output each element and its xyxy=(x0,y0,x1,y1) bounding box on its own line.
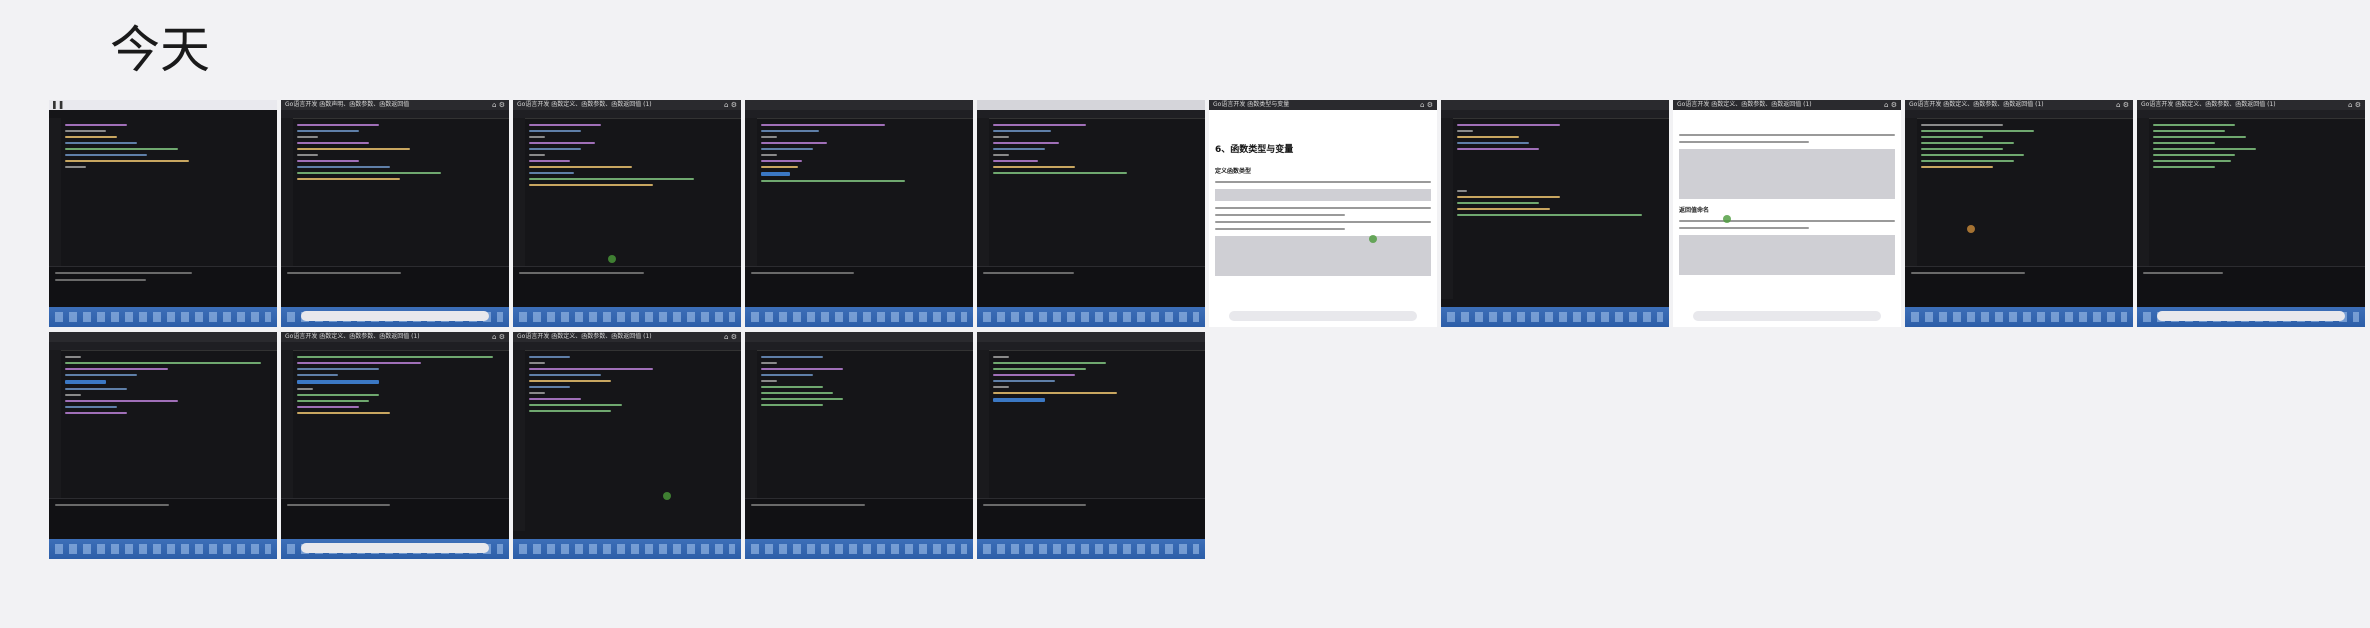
window-controls-icon: ⌂ ⚙ xyxy=(492,333,505,341)
code-area xyxy=(65,124,271,172)
code-area xyxy=(529,124,735,190)
document-page: 返回值命名 xyxy=(1673,110,1901,327)
taskbar xyxy=(49,307,277,327)
cursor-highlight xyxy=(1369,235,1377,243)
screenshot-thumbnail[interactable]: Go语言开发 函数定义、函数参数、函数返回值 (1) ⌂ ⚙ 返回值命名 xyxy=(1673,100,1901,327)
screenshot-thumbnail[interactable] xyxy=(745,332,973,559)
screenshot-thumbnail[interactable]: Go语言开发 函数定义、函数参数、函数返回值 (1) ⌂ ⚙ xyxy=(1905,100,2133,327)
window-controls-icon: ⌂ ⚙ xyxy=(724,101,737,109)
window-controls-icon: ⌂ ⚙ xyxy=(724,333,737,341)
doc-heading: 6、函数类型与变量 xyxy=(1215,145,1294,155)
code-area xyxy=(297,124,503,184)
doc-subheading: 定义函数类型 xyxy=(1215,168,1252,175)
screenshot-thumbnail[interactable] xyxy=(49,332,277,559)
code-area xyxy=(761,356,967,410)
cursor-highlight xyxy=(663,492,671,500)
code-area xyxy=(2153,124,2359,172)
window-title: Go语言开发 函数定义、函数参数、函数返回值 (1) xyxy=(517,333,652,340)
window-title: Go语言开发 函数定义、函数参数、函数返回值 (1) xyxy=(1909,101,2044,108)
code-area xyxy=(761,124,967,186)
document-page: 6、函数类型与变量 定义函数类型 xyxy=(1209,110,1437,327)
subtitle-bar xyxy=(1693,311,1881,321)
code-area xyxy=(297,356,503,418)
code-area xyxy=(993,124,1199,178)
terminal-panel xyxy=(49,266,277,307)
doc-subheading: 返回值命名 xyxy=(1679,207,1710,214)
window-title: Go语言开发 函数定义、函数参数、函数返回值 (1) xyxy=(1677,101,1812,108)
window-controls-icon: ⌂ ⚙ xyxy=(492,101,505,109)
code-area xyxy=(529,356,735,416)
screenshot-thumbnail[interactable]: ❚❚ xyxy=(49,100,277,327)
screenshot-thumbnail[interactable]: Go语言开发 函数定义、函数参数、函数返回值 (1) ⌂ ⚙ xyxy=(513,100,741,327)
cursor-highlight xyxy=(1723,215,1731,223)
window-title: Go语言开发 函数定义、函数参数、函数返回值 (1) xyxy=(285,333,420,340)
subtitle-bar xyxy=(301,311,489,321)
screenshot-thumbnail[interactable]: Go语言开发 函数定义、函数参数、函数返回值 (1) ⌂ ⚙ xyxy=(2137,100,2365,327)
window-controls-icon: ⌂ ⚙ xyxy=(1884,101,1897,109)
pause-icon: ❚❚ xyxy=(51,100,65,109)
subtitle-bar xyxy=(1229,311,1417,321)
code-area xyxy=(1921,124,2127,172)
window-title: Go语言开发 函数声明、函数参数、函数返回值 xyxy=(285,101,410,108)
cursor-highlight xyxy=(1967,225,1975,233)
screenshot-thumbnail[interactable] xyxy=(977,100,1205,327)
window-controls-icon: ⌂ ⚙ xyxy=(2116,101,2129,109)
code-area xyxy=(65,356,271,418)
window-titlebar xyxy=(49,100,277,110)
window-title: Go语言开发 函数类型与变量 xyxy=(1213,101,1290,108)
subtitle-bar xyxy=(2157,311,2345,321)
window-controls-icon: ⌂ ⚙ xyxy=(2348,101,2361,109)
screenshot-thumbnail[interactable] xyxy=(1441,100,1669,327)
screenshot-thumbnail[interactable]: Go语言开发 函数类型与变量 ⌂ ⚙ 6、函数类型与变量 定义函数类型 xyxy=(1209,100,1437,327)
code-area xyxy=(993,356,1199,406)
screenshot-thumbnail[interactable]: Go语言开发 函数声明、函数参数、函数返回值 ⌂ ⚙ xyxy=(281,100,509,327)
section-heading-today: 今天 xyxy=(110,21,210,79)
code-area xyxy=(1457,124,1663,220)
window-title: Go语言开发 函数定义、函数参数、函数返回值 (1) xyxy=(517,101,652,108)
screenshot-grid: ❚❚ Go语言开发 函数声明、函数参数、函数返回值 ⌂ ⚙ Go语言开发 函数定… xyxy=(49,100,2365,559)
window-controls-icon: ⌂ ⚙ xyxy=(1420,101,1433,109)
cursor-highlight xyxy=(608,255,616,263)
screenshot-thumbnail[interactable] xyxy=(745,100,973,327)
window-title: Go语言开发 函数定义、函数参数、函数返回值 (1) xyxy=(2141,101,2276,108)
screenshot-thumbnail[interactable]: Go语言开发 函数定义、函数参数、函数返回值 (1) ⌂ ⚙ xyxy=(513,332,741,559)
screenshot-thumbnail[interactable] xyxy=(977,332,1205,559)
screenshot-thumbnail[interactable]: Go语言开发 函数定义、函数参数、函数返回值 (1) ⌂ ⚙ xyxy=(281,332,509,559)
subtitle-bar xyxy=(301,543,489,553)
